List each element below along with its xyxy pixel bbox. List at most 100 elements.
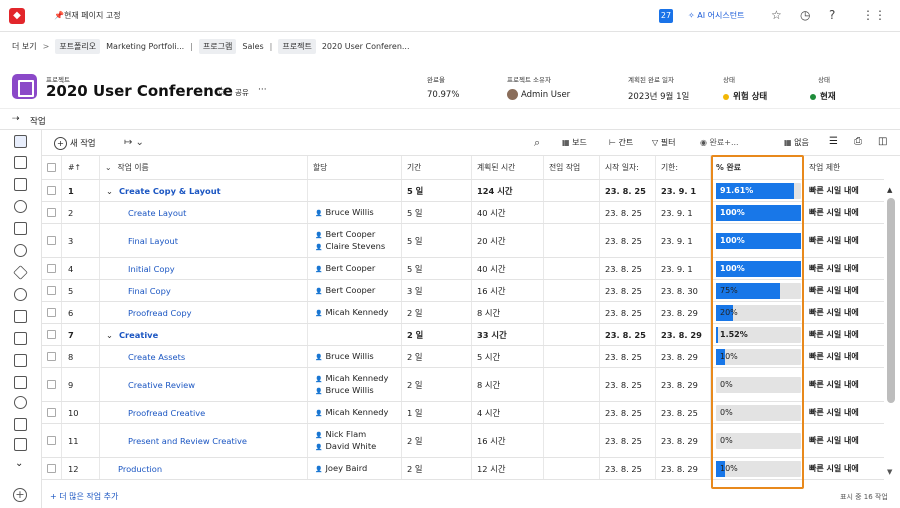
constraint-cell[interactable]: 빠른 시일 내에 xyxy=(804,346,884,367)
start-date-cell[interactable]: 23. 8. 25 xyxy=(600,368,656,401)
gantt-view-button[interactable]: ⊢ 간트 xyxy=(609,137,633,148)
sidebar-risk-icon[interactable] xyxy=(13,265,28,280)
start-date-cell[interactable]: 23. 8. 25 xyxy=(600,424,656,457)
due-date-cell[interactable]: 23. 8. 29 xyxy=(656,424,711,457)
assignment-cell[interactable]: Micah KennedyBruce Willis xyxy=(308,368,402,401)
duration-cell[interactable]: 2 일 xyxy=(402,424,472,457)
assignee-name[interactable]: Claire Stevens xyxy=(315,241,385,253)
sidebar-updates-icon[interactable] xyxy=(14,200,27,213)
planned-hours-cell[interactable]: 33 시간 xyxy=(472,324,544,345)
row-checkbox[interactable] xyxy=(47,436,56,445)
start-date-cell[interactable]: 23. 8. 25 xyxy=(600,458,656,479)
sidebar-inbox-icon[interactable] xyxy=(14,178,27,191)
tasks-section-title[interactable]: 작업 xyxy=(30,115,46,127)
row-checkbox[interactable] xyxy=(47,236,56,245)
vertical-scrollbar[interactable] xyxy=(887,198,895,403)
share-button[interactable]: 공유 xyxy=(235,87,249,98)
help-icon[interactable]: ? xyxy=(829,8,835,22)
due-date-cell[interactable]: 23. 8. 25 xyxy=(656,402,711,423)
duration-cell[interactable]: 3 일 xyxy=(402,280,472,301)
duration-cell[interactable]: 2 일 xyxy=(402,368,472,401)
start-date-cell[interactable]: 23. 8. 25 xyxy=(600,280,656,301)
duration-cell[interactable]: 2 일 xyxy=(402,346,472,367)
assignee-name[interactable]: Joey Baird xyxy=(315,463,367,475)
assignee-name[interactable]: David White xyxy=(315,441,376,453)
assignment-cell[interactable]: Bert CooperClaire Stevens xyxy=(308,224,402,257)
planned-hours-cell[interactable]: 16 시간 xyxy=(472,280,544,301)
duration-cell[interactable]: 2 일 xyxy=(402,458,472,479)
duration-cell[interactable]: 5 일 xyxy=(402,224,472,257)
sidebar-documents-icon[interactable] xyxy=(14,222,27,235)
sidebar-issues-icon[interactable] xyxy=(14,244,27,257)
add-icon[interactable]: + xyxy=(13,488,27,502)
sidebar-overview-icon[interactable] xyxy=(14,156,27,169)
predecessors-cell[interactable] xyxy=(544,424,600,457)
row-checkbox[interactable] xyxy=(47,380,56,389)
grouping-button[interactable]: ▦ 없음 xyxy=(784,137,809,148)
breadcrumb-project[interactable]: 2020 User Conferen... xyxy=(322,42,410,51)
task-name-link[interactable]: Final Layout xyxy=(128,236,178,246)
due-date-cell[interactable]: 23. 8. 30 xyxy=(656,280,711,301)
task-name-cell[interactable]: Create Assets xyxy=(100,346,308,367)
planned-hours-cell[interactable]: 8 시간 xyxy=(472,368,544,401)
planned-hours-cell[interactable]: 20 시간 xyxy=(472,224,544,257)
scroll-up-icon[interactable]: ▲ xyxy=(887,186,892,194)
predecessors-cell[interactable] xyxy=(544,368,600,401)
task-name-link[interactable]: Creative xyxy=(119,330,158,340)
start-date-cell[interactable]: 23. 8. 25 xyxy=(600,346,656,367)
predecessors-cell[interactable] xyxy=(544,202,600,223)
row-select-cell[interactable] xyxy=(42,368,62,401)
predecessors-cell[interactable] xyxy=(544,280,600,301)
constraint-cell[interactable]: 빠른 시일 내에 xyxy=(804,424,884,457)
breadcrumb-more[interactable]: 더 보기 xyxy=(12,41,37,52)
start-date-cell[interactable]: 23. 8. 25 xyxy=(600,258,656,279)
planned-hours-cell[interactable]: 40 시간 xyxy=(472,202,544,223)
row-select-cell[interactable] xyxy=(42,324,62,345)
constraint-cell[interactable]: 빠른 시일 내에 xyxy=(804,180,884,201)
task-name-link[interactable]: Creative Review xyxy=(128,380,195,390)
sidebar-people-icon[interactable] xyxy=(14,418,27,431)
assignee-name[interactable]: Bert Cooper xyxy=(315,263,375,275)
sidebar-business-case-icon[interactable] xyxy=(14,332,27,345)
constraint-cell[interactable]: 빠른 시일 내에 xyxy=(804,368,884,401)
col-header-number[interactable]: # ↑ xyxy=(62,156,100,179)
start-date-cell[interactable]: 23. 8. 25 xyxy=(600,402,656,423)
col-header-start-date[interactable]: 시작 일자: xyxy=(600,156,656,179)
assignment-cell[interactable]: Bert Cooper xyxy=(308,258,402,279)
task-name-cell[interactable]: Present and Review Creative xyxy=(100,424,308,457)
due-date-cell[interactable]: 23. 8. 29 xyxy=(656,368,711,401)
planned-hours-cell[interactable]: 124 시간 xyxy=(472,180,544,201)
predecessors-cell[interactable] xyxy=(544,324,600,345)
row-select-cell[interactable] xyxy=(42,180,62,201)
row-checkbox[interactable] xyxy=(47,308,56,317)
assignment-cell[interactable]: Micah Kennedy xyxy=(308,302,402,323)
row-select-cell[interactable] xyxy=(42,424,62,457)
assignee-name[interactable]: Micah Kennedy xyxy=(315,407,388,419)
pin-page-button[interactable]: 📌현재 페이지 고정 xyxy=(54,10,121,21)
sidebar-hours-icon[interactable] xyxy=(14,310,27,323)
scroll-down-icon[interactable]: ▼ xyxy=(887,468,892,476)
assignee-name[interactable]: Nick Flam xyxy=(315,429,366,441)
row-select-cell[interactable] xyxy=(42,258,62,279)
due-date-cell[interactable]: 23. 9. 1 xyxy=(656,224,711,257)
task-name-cell[interactable]: Production xyxy=(100,458,308,479)
col-header-due-date[interactable]: 기한: xyxy=(656,156,711,179)
row-checkbox[interactable] xyxy=(47,186,56,195)
constraint-cell[interactable]: 빠른 시일 내에 xyxy=(804,202,884,223)
assignee-name[interactable]: Bert Cooper xyxy=(315,285,375,297)
view-selector[interactable]: ◉ 완료+... xyxy=(700,137,739,148)
assignment-cell[interactable] xyxy=(308,180,402,201)
favorite-star-icon[interactable]: ☆ xyxy=(216,84,227,98)
predecessors-cell[interactable] xyxy=(544,346,600,367)
sidebar-tasks-icon[interactable] xyxy=(14,135,27,148)
due-date-cell[interactable]: 23. 8. 29 xyxy=(656,458,711,479)
col-header-assign[interactable]: 할당 xyxy=(308,156,402,179)
assignment-cell[interactable]: Micah Kennedy xyxy=(308,402,402,423)
duration-cell[interactable]: 5 일 xyxy=(402,180,472,201)
predecessors-cell[interactable] xyxy=(544,402,600,423)
breadcrumb-portfolio[interactable]: Marketing Portfoli... xyxy=(106,42,184,51)
sidebar-timeline-icon[interactable] xyxy=(14,396,27,409)
due-date-cell[interactable]: 23. 8. 29 xyxy=(656,302,711,323)
task-name-cell[interactable]: Final Copy xyxy=(100,280,308,301)
task-name-link[interactable]: Final Copy xyxy=(128,286,171,296)
